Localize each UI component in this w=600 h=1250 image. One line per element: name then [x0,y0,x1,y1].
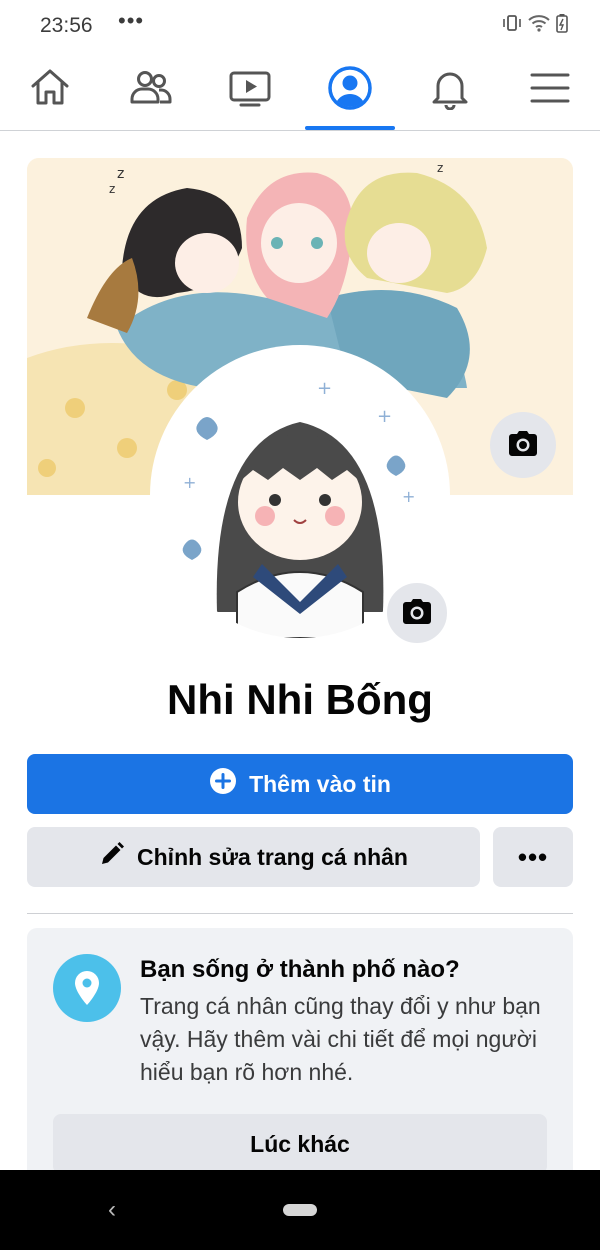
nav-tab-friends[interactable] [100,50,200,130]
camera-icon [506,428,540,463]
nav-tab-menu[interactable] [500,50,600,130]
city-prompt-card: Bạn sống ở thành phố nào? Trang cá nhân … [27,928,573,1188]
nav-tab-profile[interactable] [300,50,400,130]
profile-name: Nhi Nhi Bống [167,676,433,723]
nav-tab-home[interactable] [0,50,100,130]
status-more-dots: ••• [118,8,145,33]
plus-circle-icon [209,767,237,801]
more-options-button[interactable]: ••• [493,827,573,887]
add-to-story-button[interactable]: Thêm vào tin [27,754,573,814]
battery-icon [556,13,568,38]
home-pill-button[interactable] [283,1204,317,1216]
status-icons [502,13,568,38]
android-navigation-bar: ‹ [0,1170,600,1250]
profile-icon [326,64,374,117]
watch-icon [227,66,273,115]
card-body: Trang cá nhân cũng thay đổi y như bạn vậ… [140,993,541,1085]
svg-text:+: + [317,378,332,399]
add-to-story-label: Thêm vào tin [249,770,391,797]
not-now-button[interactable]: Lúc khác [53,1114,547,1174]
divider [27,913,573,914]
edit-profile-label: Chỉnh sửa trang cá nhân [137,843,408,870]
pencil-icon [99,841,125,873]
cover-camera-button[interactable] [490,412,556,478]
home-icon [28,66,72,115]
status-time: 23:56 [40,14,93,37]
svg-text:+: + [183,473,196,492]
svg-text:z: z [109,182,115,196]
back-button[interactable]: ‹ [108,1196,116,1224]
svg-text:+: + [377,406,392,427]
svg-text:z: z [117,166,124,182]
edit-profile-button[interactable]: Chỉnh sửa trang cá nhân [27,827,480,887]
svg-text:z: z [437,161,443,175]
friends-icon [126,66,174,115]
svg-text:+: + [402,487,415,506]
avatar-camera-button[interactable] [383,579,451,647]
top-navbar [0,50,600,131]
nav-tab-notifications[interactable] [400,50,500,130]
bell-icon [429,66,471,115]
wifi-icon [528,13,550,38]
card-title: Bạn sống ở thành phố nào? [140,956,460,983]
camera-icon [400,596,434,631]
nav-tab-watch[interactable] [200,50,300,130]
status-bar: 23:56 ••• [0,0,600,50]
vibrate-icon [502,13,522,38]
menu-icon [528,68,572,113]
location-pin-icon [53,954,121,1022]
